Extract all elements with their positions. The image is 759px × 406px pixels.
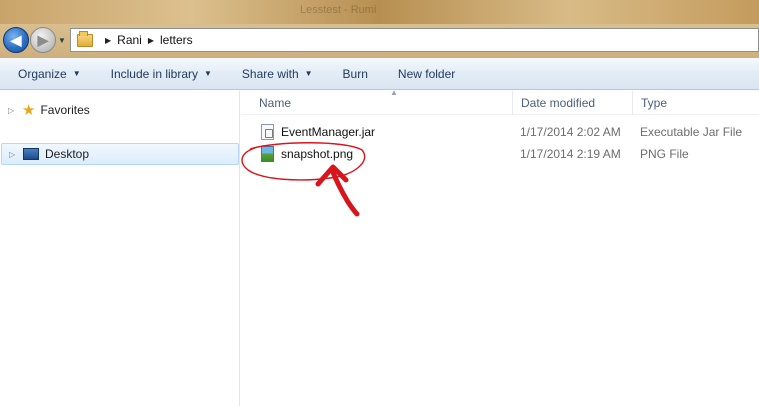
- file-row-eventmanager[interactable]: EventManager.jar 1/17/2014 2:02 AM Execu…: [241, 121, 759, 143]
- address-row: ◀ ▶ ▼ ▶ Rani ▶ letters: [0, 24, 759, 58]
- new-folder-button[interactable]: New folder: [398, 67, 455, 81]
- star-icon: ★: [22, 101, 36, 119]
- jar-file-icon: [261, 124, 274, 140]
- file-date: 1/17/2014 2:19 AM: [520, 147, 621, 161]
- burn-label: Burn: [342, 66, 368, 81]
- breadcrumb-letters[interactable]: letters: [160, 33, 193, 47]
- burn-button[interactable]: Burn: [343, 67, 368, 81]
- nav-item-favorites-label: Favorites: [40, 103, 90, 117]
- window-title: Lesstest - Rumi: [300, 4, 377, 16]
- file-date: 1/17/2014 2:02 AM: [520, 125, 621, 139]
- column-header-name[interactable]: ▲ Name: [251, 88, 514, 115]
- file-list-pane: ▲ Name Date modified Type EventManager.j…: [241, 88, 759, 406]
- column-type-label: Type: [641, 96, 668, 110]
- arrow-left-icon: ◀: [10, 31, 22, 48]
- chevron-right-icon[interactable]: ▶: [105, 36, 111, 45]
- chevron-down-icon: ▼: [304, 69, 313, 78]
- file-name: EventManager.jar: [281, 125, 376, 139]
- arrow-right-icon: ▶: [37, 31, 49, 48]
- include-in-library-label: Include in library: [110, 66, 198, 81]
- chevron-right-icon[interactable]: ▶: [148, 36, 154, 45]
- file-type: PNG File: [640, 147, 689, 161]
- column-header-date-modified[interactable]: Date modified: [512, 91, 632, 115]
- organize-button[interactable]: Organize ▼: [18, 67, 81, 81]
- nav-item-desktop[interactable]: ▷ Desktop: [1, 143, 239, 165]
- share-with-label: Share with: [241, 66, 299, 81]
- recent-locations-dropdown[interactable]: ▼: [58, 36, 66, 45]
- file-name-cell[interactable]: snapshot.png: [261, 143, 353, 165]
- command-bar: Organize ▼ Include in library ▼ Share wi…: [0, 58, 759, 90]
- nav-item-desktop-label: Desktop: [45, 147, 90, 161]
- png-file-icon: [261, 146, 274, 162]
- expand-arrow-icon[interactable]: ▷: [9, 150, 19, 159]
- column-headers: ▲ Name Date modified Type: [241, 88, 759, 115]
- file-name: snapshot.png: [281, 147, 354, 161]
- file-type: Executable Jar File: [640, 125, 743, 139]
- column-header-type[interactable]: Type: [632, 91, 759, 115]
- desktop-icon: [23, 148, 39, 160]
- navigation-pane: ▷ ★ Favorites ▷ Desktop: [0, 91, 240, 406]
- nav-item-favorites[interactable]: ▷ ★ Favorites: [0, 99, 90, 121]
- organize-label: Organize: [18, 66, 67, 81]
- expand-arrow-icon[interactable]: ▷: [8, 106, 18, 115]
- window-title-bar: Lesstest - Rumi: [0, 0, 759, 26]
- chevron-down-icon: ▼: [204, 69, 212, 78]
- address-bar[interactable]: ▶ Rani ▶ letters: [70, 28, 759, 52]
- share-with-button[interactable]: Share with ▼: [242, 67, 313, 81]
- chevron-down-icon: ▼: [72, 69, 81, 78]
- include-in-library-button[interactable]: Include in library ▼: [111, 67, 212, 81]
- column-date-label: Date modified: [521, 96, 596, 110]
- forward-button[interactable]: ▶: [30, 27, 56, 53]
- file-row-snapshot[interactable]: snapshot.png 1/17/2014 2:19 AM PNG File: [241, 143, 759, 165]
- column-name-label: Name: [259, 96, 292, 110]
- file-name-cell[interactable]: EventManager.jar: [261, 121, 375, 143]
- folder-icon: [77, 30, 93, 47]
- sort-ascending-icon: ▲: [390, 88, 398, 97]
- breadcrumb-rani[interactable]: Rani: [117, 33, 142, 47]
- back-button[interactable]: ◀: [3, 27, 29, 53]
- new-folder-label: New folder: [397, 66, 456, 81]
